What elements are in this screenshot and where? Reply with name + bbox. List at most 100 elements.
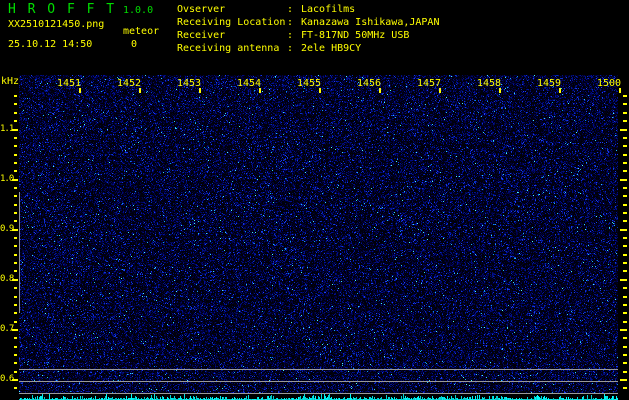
info-label: Receiver xyxy=(177,30,226,41)
freq-axis-minor-tick xyxy=(14,362,17,365)
freq-axis-minor-tick xyxy=(14,103,17,106)
freq-axis-major-tick-right xyxy=(620,278,627,281)
freq-axis-minor-tick xyxy=(14,262,17,265)
info-colon: : xyxy=(287,4,294,15)
info-label: Ovserver xyxy=(177,4,226,15)
time-axis-tick xyxy=(559,88,561,93)
freq-axis-minor-tick xyxy=(14,245,17,248)
reference-line-middle xyxy=(19,381,618,382)
freq-axis-major-tick xyxy=(12,228,18,231)
info-row: Receiver: FT-817ND 50MHz USB xyxy=(177,29,439,42)
freq-axis-minor-tick-right xyxy=(623,245,627,248)
info-value: Kanazawa Ishikawa,JAPAN xyxy=(301,17,440,28)
info-value: 2ele HB9CY xyxy=(301,43,362,54)
time-axis-label: 1459 xyxy=(537,78,562,89)
freq-axis-minor-tick xyxy=(14,337,17,340)
freq-axis-minor-tick-right xyxy=(623,337,627,340)
info-label: Receiving antenna xyxy=(177,43,280,54)
freq-axis-minor-tick-right xyxy=(623,345,627,348)
freq-axis-major-tick xyxy=(12,178,18,181)
output-filename: XX2510121450.png xyxy=(8,19,105,30)
freq-axis-minor-tick-right xyxy=(623,203,627,206)
freq-axis-minor-tick xyxy=(14,111,17,114)
time-axis-label: 1454 xyxy=(237,78,262,89)
time-axis-tick xyxy=(199,88,201,93)
freq-axis-minor-tick xyxy=(14,295,17,298)
info-label: Receiving Location xyxy=(177,17,286,28)
freq-axis-minor-tick-right xyxy=(623,120,627,123)
app-title: H R O F F T xyxy=(8,2,117,17)
freq-axis-minor-tick-right xyxy=(623,220,627,223)
freq-axis-major-tick-right xyxy=(620,178,627,181)
plot-left-edge-line xyxy=(19,192,20,313)
info-row: Receiving Location: Kanazawa Ishikawa,JAP… xyxy=(177,16,439,29)
freq-axis-minor-tick-right xyxy=(623,353,627,356)
freq-axis-minor-tick xyxy=(14,345,17,348)
freq-axis-minor-tick xyxy=(14,212,17,214)
time-axis-tick xyxy=(439,88,441,93)
freq-axis-minor-tick-right xyxy=(623,186,627,189)
freq-axis-major-tick-right xyxy=(620,228,627,231)
time-axis-tick xyxy=(619,88,621,93)
time-axis-tick xyxy=(379,88,381,93)
freq-axis-minor-tick-right xyxy=(623,136,627,139)
freq-axis-minor-tick xyxy=(14,203,17,206)
freq-axis-minor-tick-right xyxy=(623,103,627,106)
freq-axis-minor-tick xyxy=(14,253,17,256)
freq-axis-major-tick xyxy=(12,128,18,131)
freq-axis-minor-tick xyxy=(14,153,17,156)
freq-axis-minor-tick xyxy=(14,170,17,173)
app-version: 1.0.0 xyxy=(123,5,154,16)
freq-axis-minor-tick xyxy=(14,161,17,164)
info-value: Lacofilms xyxy=(301,4,356,15)
freq-axis-minor-tick-right xyxy=(623,237,627,240)
freq-axis-minor-tick xyxy=(14,220,17,223)
freq-axis-minor-tick xyxy=(14,95,17,98)
freq-axis-minor-tick xyxy=(14,270,17,273)
meteor-event-count: 0 xyxy=(131,39,138,50)
freq-axis-minor-tick-right xyxy=(623,303,627,306)
info-value: FT-817ND 50MHz USB xyxy=(301,30,410,41)
hrofft-window: H R O F F T 1.0.0 XX2510121450.png meteo… xyxy=(0,0,629,400)
freq-axis-minor-tick xyxy=(14,120,17,123)
observation-info: Ovserver: Lacofilms Receiving Location: Kan… xyxy=(177,3,439,55)
time-axis-label: 1453 xyxy=(177,78,202,89)
freq-axis-minor-tick-right xyxy=(623,370,627,373)
freq-axis-minor-tick-right xyxy=(623,111,627,114)
freq-axis-minor-tick-right xyxy=(623,295,627,298)
time-axis-label: 1455 xyxy=(297,78,322,89)
freq-axis-minor-tick-right xyxy=(623,270,627,273)
info-row: Ovserver: Lacofilms xyxy=(177,3,439,16)
reference-line-upper xyxy=(19,369,618,370)
freq-axis-minor-tick-right xyxy=(623,153,627,156)
freq-axis-minor-tick-right xyxy=(623,161,627,164)
freq-axis-major-tick-right xyxy=(620,328,627,331)
freq-axis-minor-tick-right xyxy=(623,362,627,365)
freq-axis-minor-tick-right xyxy=(623,287,627,290)
freq-axis-minor-tick xyxy=(14,387,17,390)
signal-meter-canvas xyxy=(19,393,618,400)
freq-axis-minor-tick-right xyxy=(623,170,627,173)
freq-axis-minor-tick xyxy=(14,287,17,290)
time-axis-tick xyxy=(319,88,321,93)
freq-axis-major-tick xyxy=(12,328,18,331)
freq-axis-minor-tick xyxy=(14,145,17,148)
mode-label: meteor xyxy=(123,26,160,37)
freq-axis-minor-tick-right xyxy=(623,212,627,214)
freq-axis-minor-tick xyxy=(14,303,17,306)
time-axis-tick xyxy=(499,88,501,93)
time-axis-tick xyxy=(139,88,141,93)
time-axis-label: 1457 xyxy=(417,78,442,89)
freq-axis-major-tick xyxy=(12,379,18,381)
freq-axis-minor-tick-right xyxy=(623,95,627,98)
info-colon: : xyxy=(287,17,294,28)
freq-axis-minor-tick xyxy=(14,320,17,323)
time-axis-tick xyxy=(79,88,81,93)
time-axis-label: 1451 xyxy=(57,78,82,89)
info-colon: : xyxy=(287,43,294,54)
freq-axis-minor-tick xyxy=(14,195,17,198)
freq-axis-minor-tick xyxy=(14,186,17,189)
time-axis-label: 1456 xyxy=(357,78,382,89)
time-axis-tick xyxy=(259,88,261,93)
reference-line-lower xyxy=(19,393,618,394)
